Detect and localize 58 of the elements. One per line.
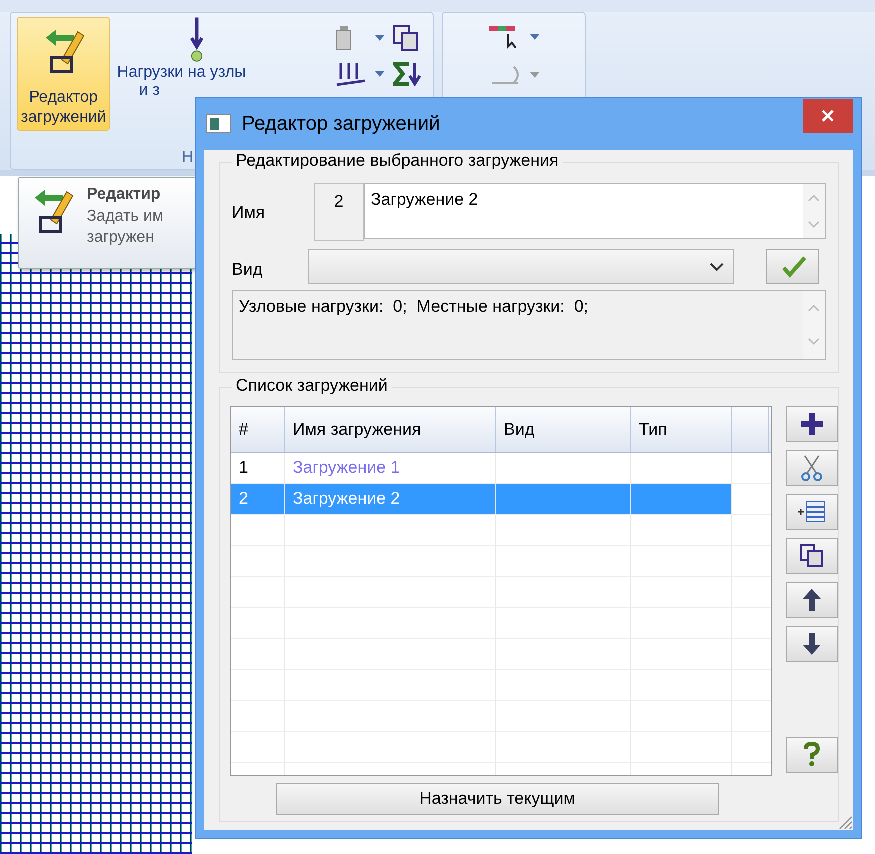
copy-icon xyxy=(393,25,419,51)
copy-button[interactable] xyxy=(786,538,838,574)
kind-dropdown[interactable] xyxy=(308,249,734,284)
name-field[interactable]: Загружение 2 xyxy=(364,183,826,239)
column-header[interactable]: Вид xyxy=(496,407,631,452)
move-down-button[interactable] xyxy=(786,626,838,662)
column-header[interactable]: Тип xyxy=(631,407,732,452)
table-cell: Загружение 2 xyxy=(285,484,496,514)
chevron-up-icon[interactable] xyxy=(807,192,821,202)
insert-row-icon xyxy=(797,499,827,525)
close-icon xyxy=(821,109,835,123)
add-button[interactable] xyxy=(786,406,838,442)
table-cell: 2 xyxy=(231,484,285,514)
scissors-icon xyxy=(799,454,825,482)
group-title: Список загружений xyxy=(232,376,392,396)
arrow-down-icon xyxy=(801,631,823,657)
caret-icon xyxy=(375,34,385,42)
resize-grip-icon[interactable] xyxy=(837,814,853,830)
chevron-down-icon xyxy=(709,262,725,272)
caret-icon xyxy=(375,70,385,78)
close-button[interactable] xyxy=(803,99,853,133)
load-summary-text: Узловые нагрузки: 0; Местные нагрузки: 0; xyxy=(238,296,590,318)
group-title: Редактирование выбранного загружения xyxy=(232,151,563,171)
window-icon xyxy=(206,114,232,134)
name-label: Имя xyxy=(232,202,266,223)
apply-button[interactable] xyxy=(766,249,819,284)
scrollbar[interactable] xyxy=(803,291,825,359)
plus-icon xyxy=(799,411,825,437)
table-cell: Загружение 1 xyxy=(285,453,496,483)
copy-icon xyxy=(799,543,825,569)
move-up-button[interactable] xyxy=(786,582,838,618)
group-label: Н xyxy=(182,149,194,167)
distributed-load-icon xyxy=(335,61,367,87)
weight-icon xyxy=(335,25,353,51)
index-cell: 2 xyxy=(314,183,364,241)
arrow-up-icon xyxy=(801,587,823,613)
question-mark-icon xyxy=(803,742,821,768)
node-load-button[interactable]: Нагрузки на узлы и з xyxy=(116,17,250,103)
insert-row-button[interactable] xyxy=(786,494,838,530)
tooltip-title: Редактир xyxy=(87,185,162,205)
load-editor-button[interactable]: Редактор загружений xyxy=(17,17,110,131)
caret-icon xyxy=(530,33,540,41)
chevron-down-icon[interactable] xyxy=(807,220,821,230)
cut-button[interactable] xyxy=(786,450,838,486)
scrollbar[interactable] xyxy=(803,184,825,238)
column-header[interactable]: Имя загружения xyxy=(285,407,496,452)
assign-current-button[interactable]: Назначить текущим xyxy=(276,783,719,815)
chevron-down-icon[interactable] xyxy=(807,337,821,347)
tooltip-text: Задать им xyxy=(87,207,164,227)
column-header[interactable]: # xyxy=(231,407,285,452)
chevron-up-icon[interactable] xyxy=(807,303,821,313)
caret-icon xyxy=(530,71,540,79)
help-button[interactable] xyxy=(786,737,838,773)
sum-arrow-icon xyxy=(393,61,421,87)
window-title: Редактор загружений xyxy=(242,112,442,136)
kind-label: Вид xyxy=(232,258,264,280)
tooltip-text: загружен xyxy=(87,228,156,248)
table-cell: 1 xyxy=(231,453,285,483)
